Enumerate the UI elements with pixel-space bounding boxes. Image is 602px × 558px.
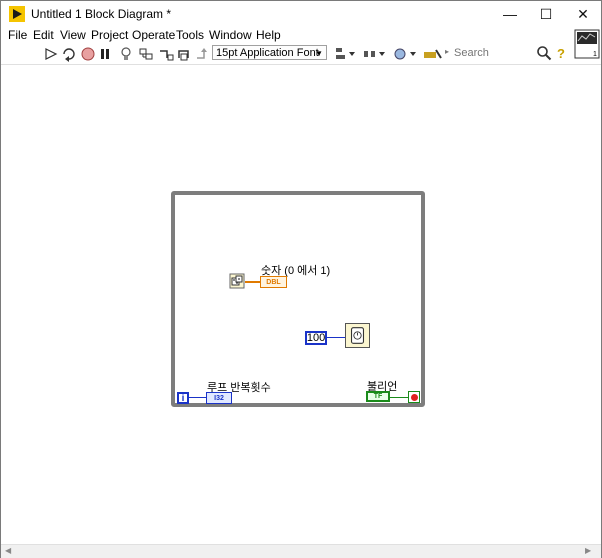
search-icon[interactable] <box>536 45 552 61</box>
i32-indicator-terminal[interactable]: I32 <box>206 392 232 404</box>
while-loop-structure[interactable] <box>171 191 425 407</box>
clean-up-diagram-icon[interactable] <box>422 46 442 62</box>
labview-app-icon <box>9 6 25 22</box>
font-selector-value: 15pt Application Font <box>216 47 319 59</box>
boolean-wire[interactable] <box>390 397 408 398</box>
search-box: ▸ <box>445 45 553 61</box>
context-help-icon[interactable]: ? <box>557 46 565 61</box>
stop-icon <box>410 393 418 401</box>
menu-file[interactable]: File <box>8 28 27 42</box>
close-icon: ✕ <box>577 5 589 22</box>
maximize-icon: ☐ <box>539 5 553 22</box>
boolean-control-terminal[interactable]: TF <box>366 391 390 402</box>
minimize-icon: — <box>503 6 517 22</box>
distribute-objects-icon[interactable] <box>362 46 386 62</box>
step-out-icon[interactable] <box>194 46 210 62</box>
dbl-indicator-terminal[interactable]: DBL <box>260 276 287 288</box>
menu-operate[interactable]: Operate <box>132 28 175 42</box>
abort-icon[interactable] <box>80 46 96 62</box>
retain-wire-values-icon[interactable] <box>138 46 154 62</box>
tf-control-text: TF <box>373 393 383 400</box>
block-diagram-window: Untitled 1 Block Diagram * — ☐ ✕ File Ed… <box>0 0 602 558</box>
horizontal-scrollbar[interactable]: ◀ ▶ <box>1 544 601 558</box>
run-continuously-icon[interactable] <box>61 46 77 62</box>
iteration-terminal[interactable]: i <box>177 392 189 404</box>
menu-bar: File Edit View Project Operate Tools Win… <box>1 27 601 45</box>
close-button[interactable]: ✕ <box>565 1 601 27</box>
reorder-icon[interactable] <box>393 46 417 62</box>
wait-ms-constant-value: 100 <box>306 332 326 344</box>
stop-condition-terminal[interactable] <box>408 391 420 403</box>
pause-icon[interactable] <box>97 46 113 62</box>
svg-text:1: 1 <box>593 51 597 58</box>
menu-tools[interactable]: Tools <box>176 28 204 42</box>
double-wire[interactable] <box>245 281 260 283</box>
vi-icon[interactable]: 1 <box>574 29 600 59</box>
scroll-left-icon[interactable]: ◀ <box>5 546 11 555</box>
i32-indicator-text: I32 <box>214 394 224 402</box>
window-title: Untitled 1 Block Diagram * <box>31 7 172 21</box>
step-into-icon[interactable] <box>158 46 174 62</box>
step-over-icon[interactable] <box>176 46 192 62</box>
run-arrow-icon[interactable] <box>43 46 59 62</box>
iteration-terminal-text: i <box>181 392 185 404</box>
align-objects-icon[interactable] <box>334 46 356 62</box>
scroll-right-icon[interactable]: ▶ <box>585 546 591 555</box>
menu-help[interactable]: Help <box>256 28 281 42</box>
random-number-dice-icon[interactable] <box>229 273 245 289</box>
menu-window[interactable]: Window <box>209 28 252 42</box>
chevron-down-icon: ▼ <box>315 49 323 58</box>
wait-ms-constant[interactable]: 100 <box>305 331 327 345</box>
search-input[interactable] <box>450 45 542 61</box>
font-selector[interactable]: 15pt Application Font ▼ <box>212 45 327 60</box>
dbl-indicator-text: DBL <box>266 278 281 286</box>
title-bar: Untitled 1 Block Diagram * — ☐ ✕ <box>1 1 601 27</box>
menu-project[interactable]: Project <box>91 28 128 42</box>
maximize-button[interactable]: ☐ <box>528 1 564 27</box>
iteration-wire[interactable] <box>189 397 206 398</box>
minimize-button[interactable]: — <box>492 1 528 27</box>
integer-wire[interactable] <box>327 337 345 338</box>
wait-ms-clock-icon[interactable] <box>345 323 370 348</box>
highlight-execution-icon[interactable] <box>118 46 134 62</box>
menu-view[interactable]: View <box>60 28 86 42</box>
menu-edit[interactable]: Edit <box>33 28 54 42</box>
search-scope-arrow-icon[interactable]: ▸ <box>445 47 449 56</box>
